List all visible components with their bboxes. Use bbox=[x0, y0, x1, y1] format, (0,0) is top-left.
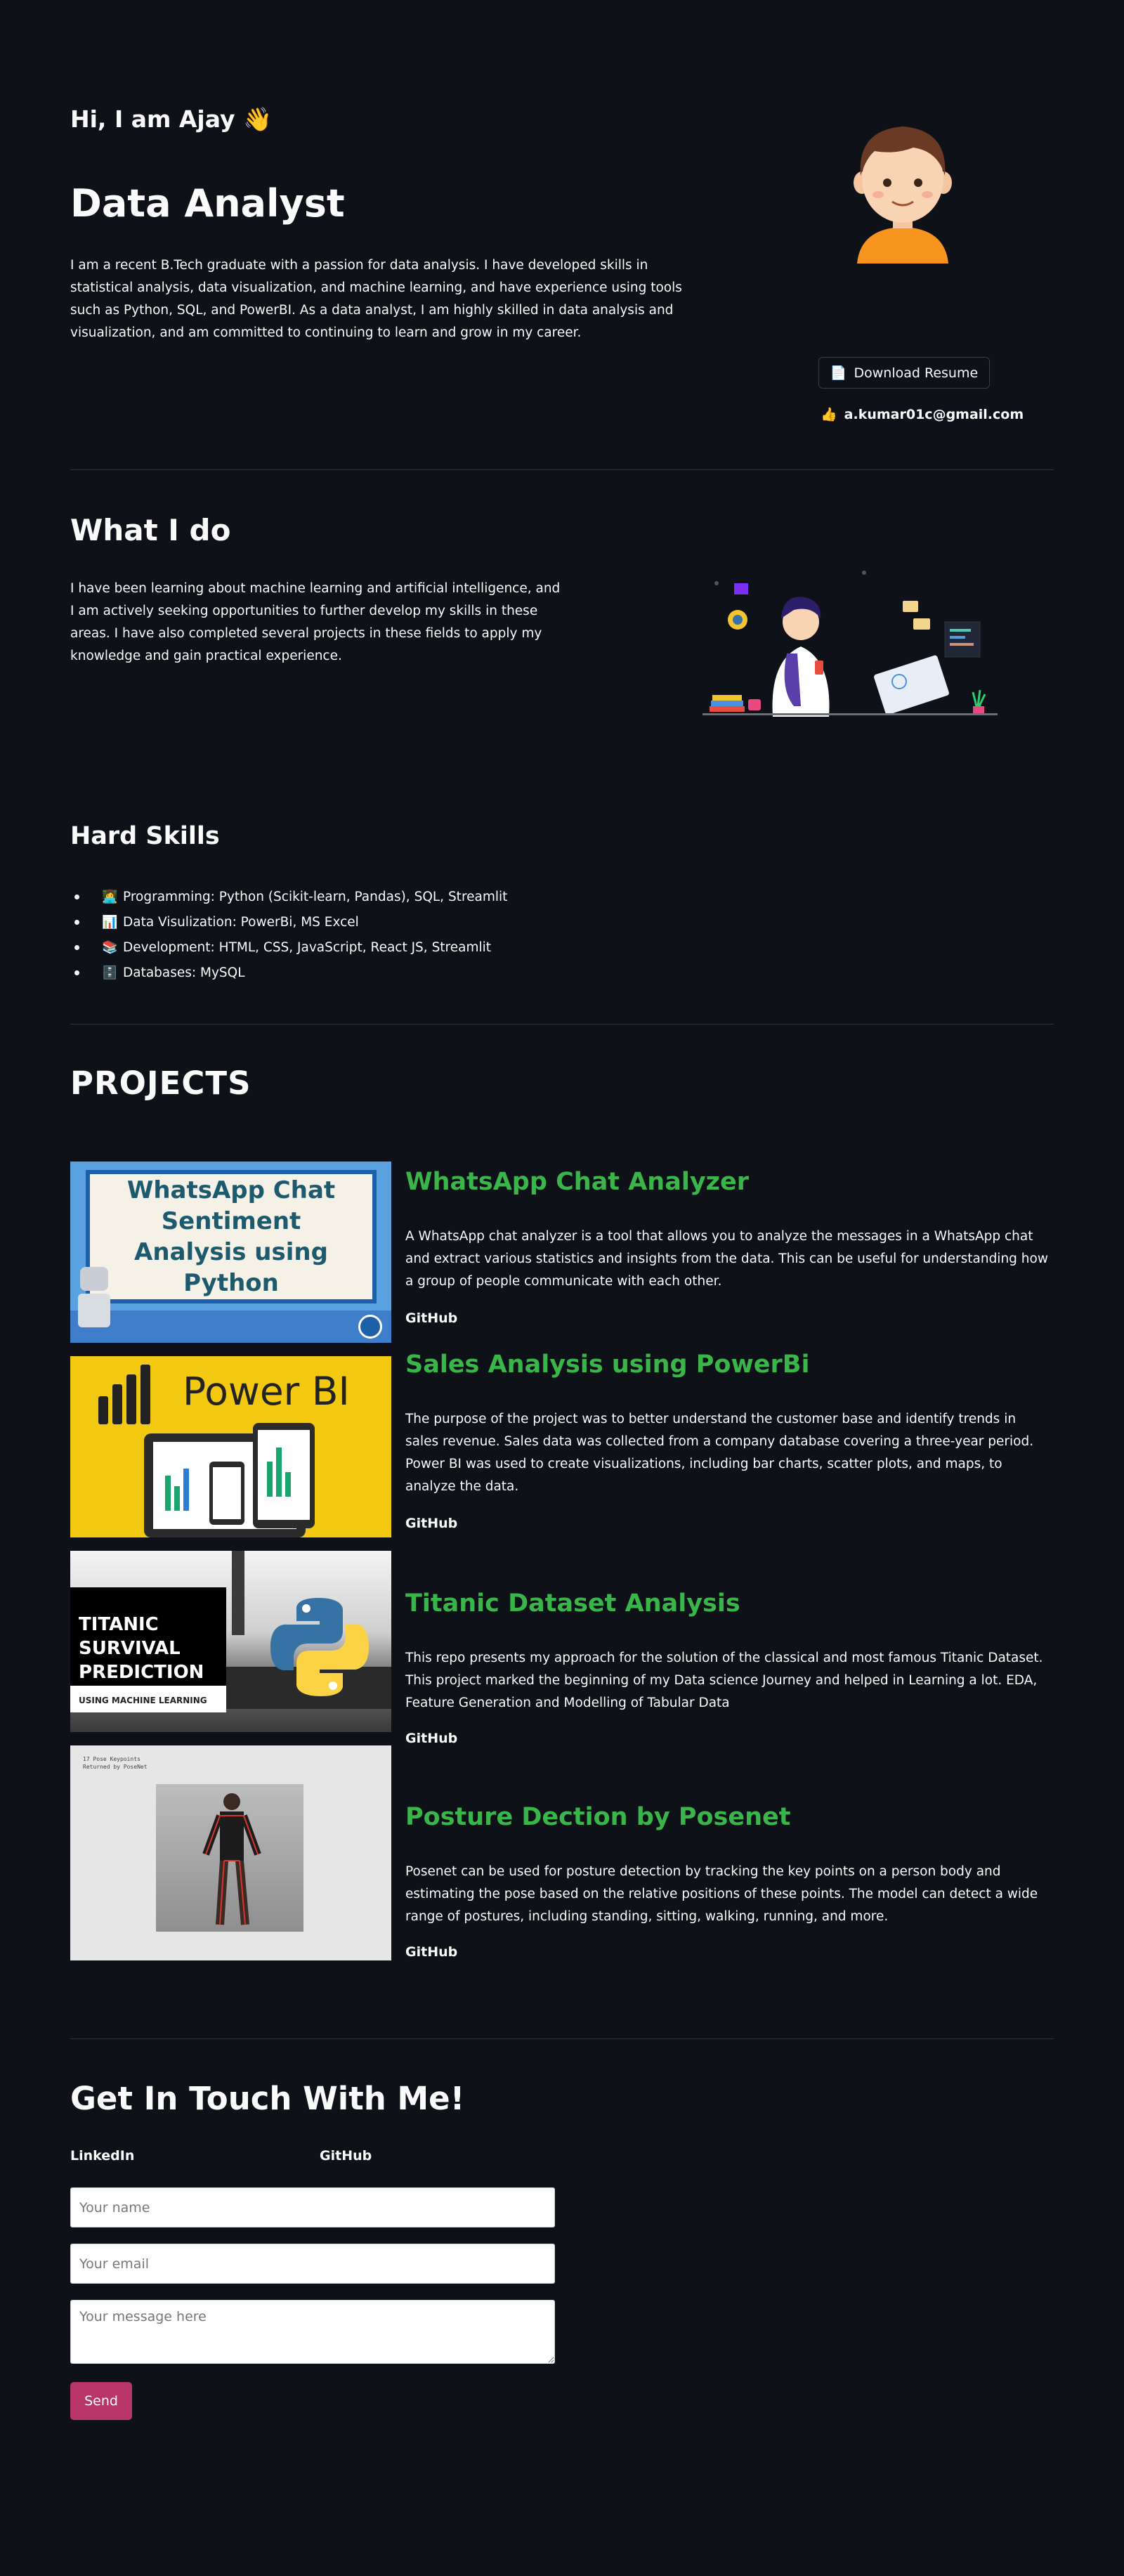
coding-illustration bbox=[702, 571, 998, 717]
document-icon: 📄 bbox=[830, 365, 847, 381]
whatsapp-project-thumbnail: WhatsApp Chat Sentiment Analysis using P… bbox=[70, 1162, 391, 1343]
avatar bbox=[854, 126, 952, 264]
github-link[interactable]: GitHub bbox=[405, 1310, 457, 1326]
python-logo-icon bbox=[270, 1598, 369, 1696]
pose-figure bbox=[202, 1793, 261, 1925]
thumbnail-text: 17 Pose Keypoints Returned by PoseNet bbox=[83, 1756, 148, 1770]
send-button[interactable]: Send bbox=[70, 2382, 132, 2420]
page-title: Data Analyst bbox=[70, 181, 345, 226]
robot-icon bbox=[77, 1267, 111, 1330]
bullet bbox=[74, 970, 79, 975]
project-title: Sales Analysis using PowerBi bbox=[405, 1351, 810, 1379]
powerbi-icon bbox=[98, 1365, 151, 1428]
github-link[interactable]: GitHub bbox=[405, 1944, 457, 1960]
project-description: Posenet can be used for posture detectio… bbox=[405, 1864, 1038, 1924]
database-icon: 🗄️ bbox=[102, 965, 118, 980]
email-input[interactable] bbox=[70, 2244, 555, 2284]
titanic-project-thumbnail: TITANIC SURVIVAL PREDICTION USING MACHIN… bbox=[70, 1551, 391, 1732]
bullet bbox=[74, 944, 79, 950]
project-title: Titanic Dataset Analysis bbox=[405, 1589, 740, 1618]
skill-text: Programming: Python (Scikit-learn, Panda… bbox=[123, 889, 508, 904]
project-description: This repo presents my approach for the s… bbox=[405, 1651, 1043, 1710]
powerbi-project-thumbnail: Power BI bbox=[70, 1356, 391, 1537]
message-textarea[interactable] bbox=[70, 2300, 555, 2364]
thumbnail-text: TITANIC SURVIVAL PREDICTION bbox=[79, 1614, 204, 1683]
download-resume-label: Download Resume bbox=[854, 365, 979, 381]
email[interactable]: 👍 a.kumar01c@gmail.com bbox=[821, 406, 1024, 423]
thumbs-up-icon: 👍 bbox=[821, 407, 837, 422]
email-text: a.kumar01c@gmail.com bbox=[844, 406, 1024, 422]
github-link[interactable]: GitHub bbox=[405, 1731, 457, 1746]
project-description: A WhatsApp chat analyzer is a tool that … bbox=[405, 1229, 1048, 1289]
books-icon: 📚 bbox=[102, 939, 118, 955]
list-item: 🗄️ Databases: MySQL bbox=[70, 960, 507, 985]
bullet bbox=[74, 894, 79, 899]
greeting: Hi, I am Ajay 👋 bbox=[70, 105, 273, 133]
what-i-do-heading: What I do bbox=[70, 513, 231, 547]
bullet bbox=[74, 919, 79, 925]
divider bbox=[70, 2038, 1054, 2039]
linkedin-link[interactable]: LinkedIn bbox=[70, 2148, 134, 2164]
skill-text: Databases: MySQL bbox=[123, 965, 245, 980]
contact-heading: Get In Touch With Me! bbox=[70, 2080, 465, 2117]
code-icon bbox=[358, 1315, 382, 1339]
what-i-do-text: I have been learning about machine learn… bbox=[70, 581, 561, 663]
projects-heading: PROJECTS bbox=[70, 1065, 251, 1102]
posenet-project-thumbnail: 17 Pose Keypoints Returned by PoseNet bbox=[70, 1745, 391, 1960]
technologist-icon: 👩‍💻 bbox=[102, 889, 118, 904]
thumbnail-text: Power BI bbox=[183, 1369, 350, 1414]
project-title: Posture Dection by Posenet bbox=[405, 1803, 791, 1831]
list-item: 📚 Development: HTML, CSS, JavaScript, Rea… bbox=[70, 935, 507, 960]
download-resume-button[interactable]: 📄 Download Resume bbox=[818, 357, 990, 389]
skill-text: Data Visulization: PowerBi, MS Excel bbox=[123, 914, 359, 930]
divider bbox=[70, 469, 1054, 470]
project-title: WhatsApp Chat Analyzer bbox=[405, 1168, 750, 1196]
bar-chart-icon: 📊 bbox=[102, 914, 118, 930]
thumbnail-text: WhatsApp Chat Sentiment Analysis using P… bbox=[126, 1176, 336, 1297]
thumbnail-subtext: USING MACHINE LEARNING bbox=[79, 1696, 207, 1705]
name-input[interactable] bbox=[70, 2187, 555, 2227]
hard-skills-heading: Hard Skills bbox=[70, 822, 220, 850]
skill-text: Development: HTML, CSS, JavaScript, Reac… bbox=[123, 939, 492, 955]
project-description: The purpose of the project was to better… bbox=[405, 1412, 1034, 1494]
list-item: 📊 Data Visulization: PowerBi, MS Excel bbox=[70, 909, 507, 935]
intro-text: I am a recent B.Tech graduate with a pas… bbox=[70, 258, 682, 340]
skills-list: 👩‍💻 Programming: Python (Scikit-learn, Pa… bbox=[70, 884, 507, 985]
github-link[interactable]: GitHub bbox=[320, 2148, 372, 2164]
page: Hi, I am Ajay 👋 Data Analyst I am a rece… bbox=[70, 0, 1054, 2576]
list-item: 👩‍💻 Programming: Python (Scikit-learn, Pa… bbox=[70, 884, 507, 909]
github-link[interactable]: GitHub bbox=[405, 1516, 457, 1531]
